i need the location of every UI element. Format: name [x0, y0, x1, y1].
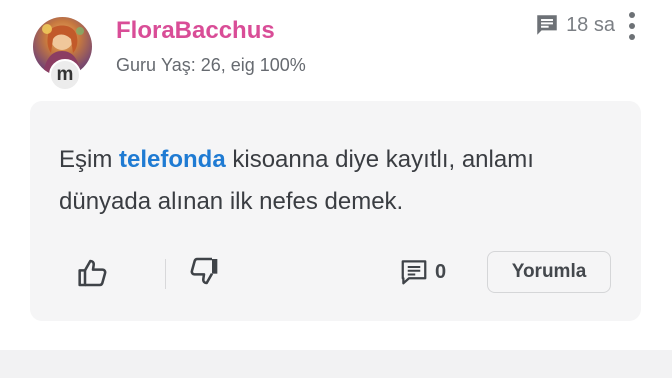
user-meta: Guru Yaş: 26, eig 100% [116, 53, 306, 77]
user-rank: Guru [116, 55, 157, 75]
comment-text: Eşim telefonda kisoanna diye kayıtlı, an… [59, 146, 534, 215]
comment-actions: 0 Yorumla [30, 251, 641, 295]
rank-badge: m [49, 59, 81, 91]
more-vertical-icon [629, 12, 635, 18]
like-button[interactable] [76, 257, 110, 289]
comment-keyword-link[interactable]: telefonda [119, 146, 226, 173]
comment-icon [401, 260, 427, 285]
comments-count-button[interactable]: 0 [399, 257, 446, 287]
message-square-icon [537, 15, 557, 35]
comments-count: 0 [435, 260, 447, 283]
reply-button[interactable]: Yorumla [487, 251, 611, 293]
username-link[interactable]: FloraBacchus [116, 16, 275, 46]
post-time-label: 18 sa [566, 13, 615, 36]
page: m FloraBacchus Guru Yaş: 26, eig 100% 18 … [0, 0, 672, 378]
comment-card: Eşim telefonda kisoanna diye kayıtlı, an… [30, 101, 641, 321]
avatar-group[interactable]: m [31, 15, 95, 95]
more-options-button[interactable] [624, 12, 640, 40]
actions-divider [165, 259, 166, 289]
next-post-edge [0, 350, 672, 378]
user-age-info: Yaş: 26, eig 100% [161, 55, 306, 75]
thumbs-up-icon [78, 259, 107, 287]
post-time: 18 sa [534, 12, 615, 38]
thumbs-down-icon [190, 257, 218, 285]
dislike-button[interactable] [187, 255, 221, 287]
